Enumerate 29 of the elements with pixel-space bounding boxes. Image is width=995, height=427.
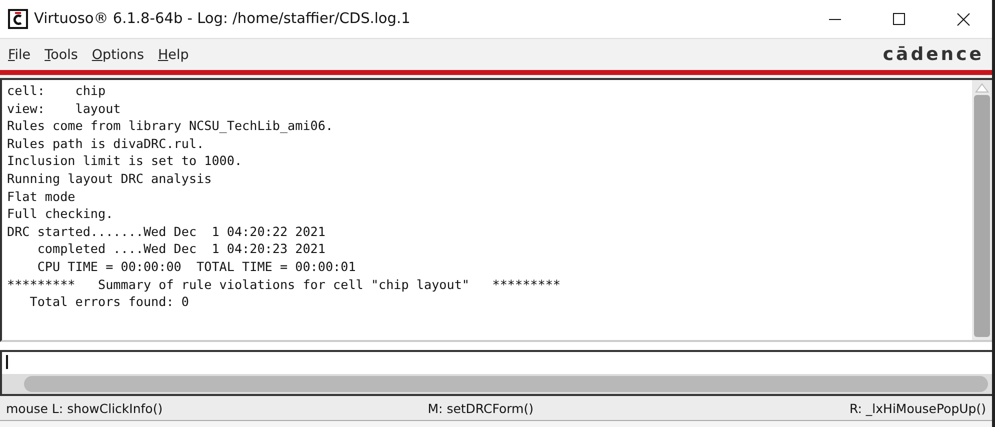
menu-item[interactable]: Options [92,46,144,62]
vertical-scrollbar[interactable] [972,80,992,340]
log-line: Rules path is divaDRC.rul. [7,134,204,152]
horizontal-scrollbar[interactable] [0,374,992,396]
log-line: Running layout DRC analysis [7,170,212,188]
log-line: Full checking. [7,205,114,223]
log-line: cell: chip [7,82,106,100]
log-line: CPU TIME = 00:00:00 TOTAL TIME = 00:00:01 [36,258,356,276]
minimize-icon [829,18,841,20]
brand-logo: cādence [882,44,984,65]
mouse-left-binding: mouse L: showClickInfo() [6,400,164,416]
menu-item[interactable]: Tools [44,46,78,62]
log-line: ********* Summary of rule violations for cell "chip layout" ********* [7,276,560,294]
log-line: view: layout [7,100,121,118]
maximize-icon [893,13,905,25]
mouse-right-binding: R: _lxHiMousePopUp() [849,400,986,416]
menu-item[interactable]: File [8,46,31,62]
log-line: Flat mode [7,188,76,206]
log-line: completed ....Wed Dec 1 04:20:23 2021 [36,240,326,258]
log-line: Total errors found: 0 [28,293,189,311]
scroll-up-icon[interactable] [975,83,989,93]
window-title: Virtuoso® 6.1.8-64b - Log: /home/staffier/CDS.log.1 [34,11,412,27]
mouse-middle-binding: M: setDRCForm() [428,400,534,416]
log-line: Rules come from library NCSU_TechLib_ami06. [7,117,334,135]
app-icon [8,9,28,29]
close-icon [956,12,970,26]
log-line: Inclusion limit is set to 1000. [7,152,242,170]
log-line: DRC started.......Wed Dec 1 04:20:22 2021 [7,222,326,240]
menu-item[interactable]: Help [158,46,189,62]
